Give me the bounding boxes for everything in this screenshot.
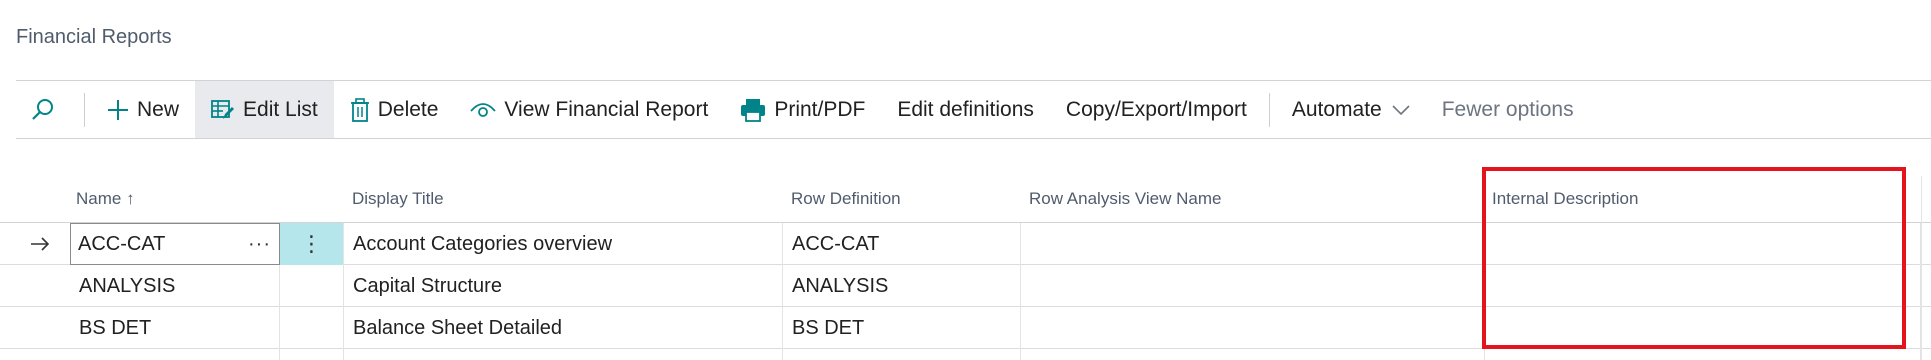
table-row (0, 349, 1931, 360)
fewer-options-button[interactable]: Fewer options (1426, 81, 1590, 138)
column-header-row-analysis-view-name[interactable]: Row Analysis View Name (1029, 189, 1221, 209)
edit-list-label: Edit List (243, 97, 318, 121)
row-actions-button (280, 349, 344, 360)
eye-icon (470, 101, 497, 119)
display-title-cell[interactable]: Account Categories overview (344, 223, 783, 265)
row-actions-button[interactable] (280, 307, 344, 349)
name-cell (70, 349, 280, 360)
internal-description-cell[interactable] (1485, 307, 1921, 349)
grid-header: Name ↑ Display Title Row Definition Row … (0, 176, 1931, 223)
table-row[interactable]: ANALYSIS Capital Structure ANALYSIS (0, 265, 1931, 307)
view-financial-report-button[interactable]: View Financial Report (454, 81, 724, 138)
printer-icon (740, 98, 766, 122)
automate-label: Automate (1291, 97, 1382, 121)
internal-description-cell[interactable] (1485, 265, 1921, 307)
column-header-row-definition[interactable]: Row Definition (791, 189, 901, 209)
display-title-cell[interactable]: Capital Structure (344, 265, 783, 307)
row-actions-button[interactable] (280, 265, 344, 307)
search-icon (30, 97, 56, 123)
sort-ascending-icon: ↑ (126, 189, 135, 208)
new-label: New (137, 97, 180, 121)
grid-right-border (1921, 176, 1922, 360)
row-actions-button[interactable]: ⋮ (280, 223, 344, 265)
vertical-dots-icon: ⋮ (300, 231, 323, 256)
edit-definitions-label: Edit definitions (897, 97, 1034, 121)
delete-button[interactable]: Delete (334, 81, 455, 138)
edit-list-icon (211, 99, 235, 121)
separator (1268, 92, 1270, 127)
new-button[interactable]: New (91, 81, 195, 138)
name-cell[interactable]: ANALYSIS (70, 265, 280, 307)
row-selected-arrow-icon (16, 223, 70, 265)
more-options-icon[interactable]: ··· (248, 233, 271, 256)
display-title-cell[interactable]: Balance Sheet Detailed (344, 307, 783, 349)
separator (84, 92, 85, 127)
edit-list-button[interactable]: Edit List (195, 81, 334, 138)
view-financial-report-label: View Financial Report (504, 97, 709, 121)
row-analysis-view-name-cell (1021, 349, 1485, 360)
row-analysis-view-name-cell[interactable] (1021, 265, 1485, 307)
row-analysis-view-name-cell[interactable] (1021, 307, 1485, 349)
plus-icon (107, 99, 129, 121)
automate-menu[interactable]: Automate (1276, 81, 1426, 138)
row-definition-cell (783, 349, 1021, 360)
name-value: ACC-CAT (78, 232, 166, 255)
copy-export-import-button[interactable]: Copy/Export/Import (1050, 81, 1263, 138)
trash-icon (350, 97, 370, 122)
search-button[interactable] (16, 81, 78, 138)
column-header-display-title[interactable]: Display Title (352, 189, 444, 209)
action-bar: New Edit List Delete View Financial Repo… (16, 80, 1931, 139)
chevron-down-icon (1392, 104, 1410, 115)
name-cell-editor[interactable]: ACC-CAT ··· (70, 223, 280, 265)
row-indicator (16, 307, 70, 349)
column-header-name-label: Name (76, 189, 122, 208)
fewer-options-label: Fewer options (1441, 97, 1574, 121)
row-definition-cell[interactable]: ANALYSIS (783, 265, 1021, 307)
row-indicator (16, 265, 70, 307)
copy-export-import-label: Copy/Export/Import (1065, 97, 1247, 121)
name-cell[interactable]: BS DET (70, 307, 280, 349)
row-definition-cell[interactable]: ACC-CAT (783, 223, 1021, 265)
print-pdf-label: Print/PDF (774, 97, 866, 121)
column-header-internal-description[interactable]: Internal Description (1492, 189, 1638, 209)
internal-description-cell (1485, 349, 1921, 360)
delete-label: Delete (377, 97, 439, 121)
column-header-name[interactable]: Name ↑ (76, 189, 135, 209)
row-definition-cell[interactable]: BS DET (783, 307, 1021, 349)
page-title: Financial Reports (16, 26, 172, 48)
internal-description-cell[interactable] (1485, 223, 1921, 265)
table-row[interactable]: BS DET Balance Sheet Detailed BS DET (0, 307, 1931, 349)
display-title-cell (344, 349, 783, 360)
print-pdf-button[interactable]: Print/PDF (724, 81, 881, 138)
edit-definitions-button[interactable]: Edit definitions (881, 81, 1050, 138)
row-analysis-view-name-cell[interactable] (1021, 223, 1485, 265)
table-row[interactable]: ACC-CAT ··· ⋮ Account Categories overvie… (0, 223, 1931, 265)
